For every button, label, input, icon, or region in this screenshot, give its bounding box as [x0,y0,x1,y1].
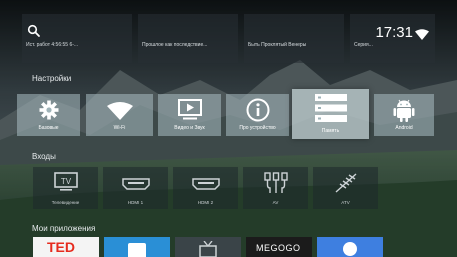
settings-tile-storage[interactable]: Память [292,89,369,139]
antenna-icon [335,173,356,193]
settings-section-title: Настройки [32,74,72,83]
settings-tile-label: Wi-Fi [113,125,126,131]
settings-tile-label: Android [395,125,413,131]
recommendation-card[interactable]: Быть Проклятый Венеры [244,14,344,63]
settings-tile-wifi[interactable]: Wi-Fi [86,94,153,136]
settings-tile-android[interactable]: Android [374,94,434,136]
gear-icon [39,100,58,120]
settings-tile-about[interactable]: Про устройство [226,94,289,136]
app-tile[interactable] [104,237,170,257]
input-tile-label: AV [272,200,279,205]
recommendation-card[interactable]: Прошлое как последствие... [138,14,238,63]
settings-tile-video-sound[interactable]: Видео и Звук [158,94,221,136]
app-tile-tv[interactable] [175,237,241,257]
recommendation-title: Серия... [354,42,373,48]
inputs-section-title: Входы [32,152,56,161]
svg-text:TV: TV [60,177,71,186]
input-tile-av[interactable]: AV [243,167,308,209]
input-tile-label: ATV [341,200,350,205]
wifi-icon [106,102,133,120]
input-tile-hdmi2[interactable]: HDMI 2 [173,167,238,209]
tv-icon: TV [53,172,78,191]
info-icon [246,98,269,122]
android-icon [393,99,415,122]
input-tile-label: HDMI 2 [197,200,214,205]
input-tile-atv[interactable]: ATV [313,167,378,209]
recommendation-title: Прошлое как последствие... [142,42,208,48]
recommendation-title: Ист. работ 4:56:55 6-... [26,42,79,48]
app-logo-icon [343,242,357,256]
app-tile-megogo[interactable]: MEGOGO [246,237,312,257]
recommendation-title: Быть Проклятый Венеры [248,42,307,48]
input-tile-hdmi1[interactable]: HDMI 1 [103,167,168,209]
app-tile[interactable] [317,237,383,257]
settings-tile-label: Базовые [38,125,59,131]
settings-tile-label: Видео и Звук [174,125,205,131]
tv-app-icon [199,241,217,257]
input-tile-label: HDMI 1 [127,200,144,205]
app-logo-icon [128,243,146,257]
clock: 17:31 [375,24,413,41]
av-icon [263,172,288,193]
input-tile-tv[interactable]: TV Телевидение [33,167,98,209]
apps-section-title: Мои приложения [32,224,96,233]
wifi-icon [415,27,429,40]
recommendation-card[interactable]: Ист. работ 4:56:55 6-... [22,14,132,63]
display-icon [177,99,202,120]
settings-tile-label: Про устройство [239,125,276,131]
app-name: MEGOGO [256,243,301,253]
input-tile-label: Телевидение [51,200,80,205]
app-name: TED [47,239,75,255]
settings-tile-label: Память [321,128,340,134]
app-tile-ted[interactable]: TED [33,237,99,257]
settings-tile-basic[interactable]: Базовые [17,94,80,136]
tv-launcher-screen: Ист. работ 4:56:55 6-... Прошлое как пос… [0,0,457,257]
hdmi-icon [121,178,150,190]
storage-icon [314,94,347,122]
hdmi-icon [191,178,220,190]
search-icon[interactable] [27,24,41,38]
